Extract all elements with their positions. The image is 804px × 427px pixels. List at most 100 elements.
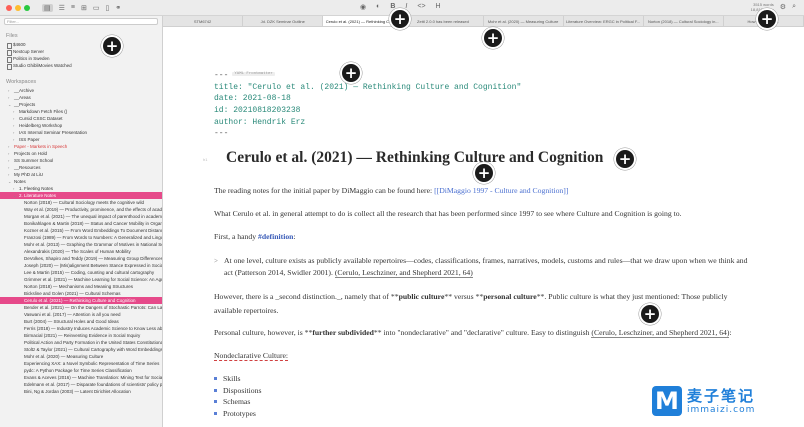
workspace-item[interactable]: Birmacial (2021) — Reinventing Evidence … bbox=[0, 332, 162, 339]
workspace-item[interactable]: Alexandrakis (2020) — The Scales of Huma… bbox=[0, 248, 162, 255]
workspace-item[interactable]: › ISS Paper bbox=[0, 136, 162, 143]
workspace-item[interactable]: Norton (2018) — Mechanisms and Meaning S… bbox=[0, 283, 162, 290]
workspace-item[interactable]: Stoltz & Taylor (2021) — Cultural Cartog… bbox=[0, 346, 162, 353]
tab-5[interactable]: Literature Overview: ERGC in Political F… bbox=[564, 16, 644, 26]
heading-icon[interactable]: H bbox=[436, 3, 441, 11]
toc-icon[interactable]: ≡ bbox=[71, 4, 75, 12]
workspace-item[interactable]: Edelmann et al. (2017) — Disparate found… bbox=[0, 381, 162, 388]
add-icon[interactable]: + bbox=[473, 162, 495, 184]
chevron-icon[interactable]: › bbox=[13, 108, 14, 115]
settings-icon[interactable]: ⚙ bbox=[780, 3, 786, 11]
workspace-item[interactable]: ⌄ Notes bbox=[0, 178, 162, 185]
workspace-item[interactable]: Lee & Martin (2015) — Coding, counting a… bbox=[0, 269, 162, 276]
sidebar-toggle-icon[interactable]: ▤ bbox=[42, 3, 53, 12]
chevron-icon[interactable]: › bbox=[8, 87, 9, 94]
workspace-item[interactable]: Joseph (2020) — (Mis)alignment Between S… bbox=[0, 262, 162, 269]
workspace-item[interactable]: › My PhD at LiU bbox=[0, 171, 162, 178]
workspace-item[interactable]: Evans & Aceves (2016) — Machine Translat… bbox=[0, 374, 162, 381]
definition-tag[interactable]: #definition bbox=[258, 232, 293, 241]
workspace-item[interactable]: ⌄ 2. Literature Notes bbox=[0, 192, 162, 199]
add-icon[interactable]: + bbox=[340, 62, 362, 84]
blockquote-citation[interactable]: (Cerulo, Leschziner, and Shepherd 2021, … bbox=[334, 268, 473, 278]
workspace-item[interactable]: Vaswani et al. (2017) — Attention is all… bbox=[0, 311, 162, 318]
grid-icon[interactable]: ⊞ bbox=[81, 4, 87, 12]
chevron-icon[interactable]: › bbox=[13, 129, 14, 136]
sidebar-filter-input[interactable]: Filter... bbox=[4, 18, 158, 25]
add-icon[interactable]: + bbox=[614, 148, 636, 170]
workspace-item[interactable]: pydc: A Python Package for Time Series C… bbox=[0, 367, 162, 374]
workspace-item[interactable]: › IAS Internal Seminar Presentation bbox=[0, 129, 162, 136]
chevron-icon[interactable]: › bbox=[8, 143, 9, 150]
workspace-item[interactable]: › __Areas bbox=[0, 94, 162, 101]
add-icon[interactable]: + bbox=[101, 35, 123, 57]
file-icon[interactable]: ▯ bbox=[106, 4, 110, 12]
workspace-item[interactable]: Norton (2018) — Cultural Sociology meets… bbox=[0, 199, 162, 206]
workspace-item[interactable]: Franzosi (1989) — From Words to Numbers:… bbox=[0, 234, 162, 241]
add-icon[interactable]: + bbox=[482, 27, 504, 49]
code-icon[interactable]: <> bbox=[417, 3, 425, 11]
workspace-item[interactable]: Kozner et al. (2015) — From Word Embeddi… bbox=[0, 227, 162, 234]
workspace-item[interactable]: Ferris (2018) — Industry Induces Academi… bbox=[0, 325, 162, 332]
file-item[interactable]: $4600 bbox=[0, 41, 162, 49]
chevron-icon[interactable]: › bbox=[8, 150, 9, 157]
workspace-item[interactable]: › Cursid CSSC Dataset bbox=[0, 115, 162, 122]
workspace-item[interactable]: Bonikahlagen & Martin (2018) — Status an… bbox=[0, 220, 162, 227]
chevron-icon[interactable]: › bbox=[13, 185, 14, 192]
chevron-icon[interactable]: › bbox=[13, 122, 14, 129]
workspace-item[interactable]: › Heidelberg Workshop bbox=[0, 122, 162, 129]
workspace-item[interactable]: › Markdown Fetch Files () bbox=[0, 108, 162, 115]
workspace-item[interactable]: Bender et al. (2021) — On the Dangers of… bbox=[0, 304, 162, 311]
chevron-icon[interactable]: › bbox=[8, 94, 9, 101]
preview-icon[interactable]: ◐ bbox=[376, 3, 380, 11]
list-icon[interactable]: ☰ bbox=[59, 4, 65, 12]
workspace-item[interactable]: Political Action and Party Formation in … bbox=[0, 339, 162, 346]
chevron-icon[interactable]: › bbox=[13, 136, 14, 143]
workspace-item[interactable]: DeVolkes, Shapiro and Teddy (2019) — Mea… bbox=[0, 255, 162, 262]
folder-icon[interactable]: ▭ bbox=[93, 4, 100, 12]
file-item[interactable]: Studio GhibliMovies Watched bbox=[0, 62, 162, 70]
tab-6[interactable]: Norton (2018) — Cultural Sociology in... bbox=[644, 16, 724, 26]
workspace-item[interactable]: › SS Summer School bbox=[0, 157, 162, 164]
workspace-item[interactable]: Mohr et al. (2013) — Graphing the Gramma… bbox=[0, 241, 162, 248]
link-icon[interactable]: ⚭ bbox=[115, 4, 121, 12]
chevron-icon[interactable]: ⌄ bbox=[13, 192, 16, 199]
tab-4[interactable]: Mohr et al. (2020) — Measuring Culture bbox=[484, 16, 564, 26]
tab-3[interactable]: Zettl 2.0.0 has been released bbox=[403, 16, 484, 26]
workspace-item[interactable]: Mohr et al. (2020) — Measuring Culture bbox=[0, 353, 162, 360]
add-icon[interactable]: + bbox=[756, 8, 778, 30]
add-icon[interactable]: + bbox=[389, 8, 411, 30]
add-icon[interactable]: + bbox=[639, 303, 661, 325]
chevron-icon[interactable]: › bbox=[8, 171, 9, 178]
workspace-item[interactable]: Cerulo et al. (2021) — Rethinking Cultur… bbox=[0, 297, 162, 304]
chevron-icon[interactable]: › bbox=[8, 164, 9, 171]
workspace-item[interactable]: Grimmer et al. (2021) — Machine Learning… bbox=[0, 276, 162, 283]
file-item[interactable]: Politics in Sweden bbox=[0, 55, 162, 63]
minimize-window-button[interactable] bbox=[15, 4, 21, 11]
chevron-icon[interactable]: ⌄ bbox=[8, 178, 11, 185]
workspace-item[interactable]: › Paper - Markets in Speech bbox=[0, 143, 162, 150]
workspace-item[interactable]: Burt (2004) — Structural Holes and Good … bbox=[0, 318, 162, 325]
view-icon[interactable]: ◉ bbox=[360, 3, 366, 11]
editor[interactable]: --- YAML Frontmatter title: "Cerulo et al… bbox=[163, 27, 804, 427]
workspace-item[interactable]: ⌄ __Projects bbox=[0, 101, 162, 108]
chevron-icon[interactable]: › bbox=[13, 115, 14, 122]
workspace-item[interactable]: › 1. Fleeting Notes bbox=[0, 185, 162, 192]
paragraph-5-citation[interactable]: (Cerulo, Leschziner, and Shepherd 2021, … bbox=[591, 328, 730, 338]
tab-1[interactable]: Jd. DZK Seminar Outline bbox=[243, 16, 324, 26]
zoom-window-button[interactable] bbox=[24, 4, 30, 11]
workspace-item[interactable]: Experiencing XAX: a Novel Symbolic Repre… bbox=[0, 360, 162, 367]
chevron-icon[interactable]: ⌄ bbox=[8, 101, 11, 108]
workspace-item[interactable]: Way et al. (2019) — Productivity, promin… bbox=[0, 206, 162, 213]
tab-0[interactable]: STM6742 bbox=[163, 16, 244, 26]
workspace-item[interactable]: Bini, Ng & Jordan (2003) — Latent Dirich… bbox=[0, 388, 162, 395]
file-item[interactable]: Nextcup Server bbox=[0, 48, 162, 56]
wiki-link[interactable]: [[DiMaggio 1997 - Culture and Cognition]… bbox=[434, 186, 568, 195]
workspace-item[interactable]: Morgan et al. (2021) — The unequal impac… bbox=[0, 213, 162, 220]
chevron-icon[interactable]: › bbox=[8, 157, 9, 164]
workspace-item[interactable]: › __Archive bbox=[0, 87, 162, 94]
workspace-item[interactable]: › Projects on Hold bbox=[0, 150, 162, 157]
workspace-item[interactable]: › __Resources bbox=[0, 164, 162, 171]
search-icon[interactable]: ⌕ bbox=[792, 3, 796, 11]
close-window-button[interactable] bbox=[6, 4, 12, 11]
workspace-item[interactable]: Bicksline and Golen (2021) — Cultural Sc… bbox=[0, 290, 162, 297]
